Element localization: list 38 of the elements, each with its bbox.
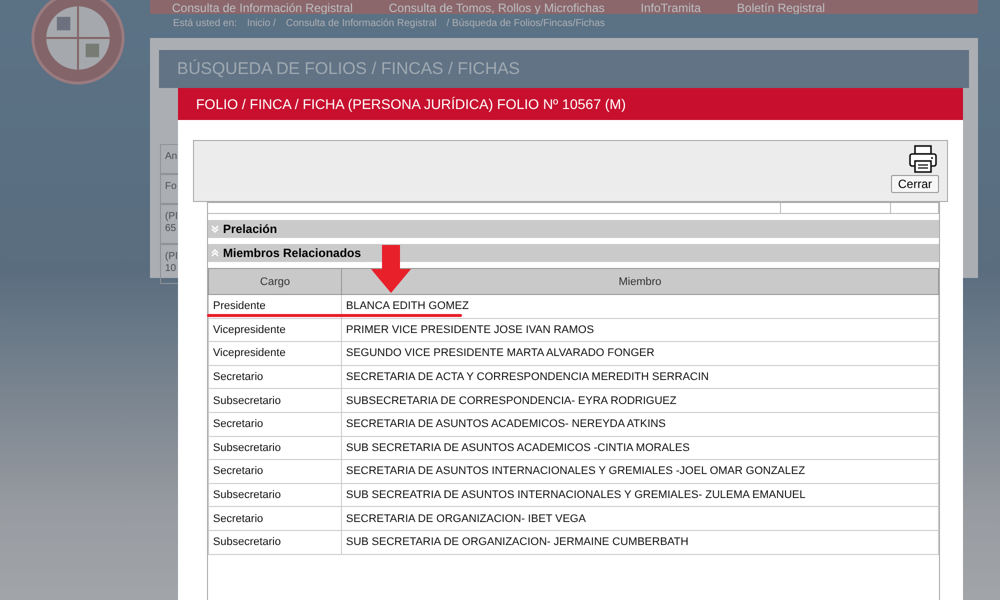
table-cell: SUB SECREATRIA DE ASUNTOS INTERNACIONALES Y GREMIALES- ZULEMA EMANUEL	[342, 483, 938, 507]
chevron-up-icon	[210, 248, 220, 258]
table-cell: Subsecretario	[208, 388, 342, 412]
table-cell: PRIMER VICE PRESIDENTE JOSE IVAN RAMOS	[342, 318, 938, 342]
table-cell: Secretario	[208, 365, 342, 389]
table-cell: SUB SECRETARIA DE ASUNTOS ACADEMICOS -CINTIA MORALES	[342, 436, 938, 460]
section-title: Prelación	[223, 222, 278, 236]
table-cell: Subsecretario	[208, 483, 342, 507]
table-cell: SEGUNDO VICE PRESIDENTE MARTA ALVARADO FONGER	[342, 342, 938, 366]
section-title: Miembros Relacionados	[223, 246, 362, 260]
table-cell: Secretario	[208, 460, 342, 484]
breadcrumb-label: Está usted en:	[173, 18, 237, 29]
page-title: BÚSQUEDA DE FOLIOS / FINCAS / FICHAS	[159, 50, 969, 88]
table-cell: Subsecretario	[208, 436, 342, 460]
table-cell: Subsecretario	[208, 530, 342, 554]
close-button[interactable]: Cerrar	[890, 175, 939, 193]
table-cell: SECRETARIA DE ASUNTOS ACADEMICOS- NEREYDA ATKINS	[342, 412, 938, 436]
section-header[interactable]: Miembros Relacionados	[208, 244, 939, 262]
printer-icon[interactable]	[908, 145, 938, 173]
breadcrumb-link[interactable]: / Búsqueda de Folios/Fincas/Fichas	[446, 18, 605, 29]
nav-link[interactable]: InfoTramita	[640, 2, 701, 14]
column-header: Miembro	[342, 268, 938, 294]
table-cell: SUBSECRETARIA DE CORRESPONDENCIA- EYRA RODRIGUEZ	[342, 388, 938, 412]
table-cell: SECRETARIA DE ASUNTOS INTERNACIONALES Y GREMIALES -JOEL OMAR GONZALEZ	[342, 460, 938, 484]
breadcrumb-link[interactable]: Inicio /	[246, 18, 276, 29]
column-header: Cargo	[208, 268, 342, 294]
breadcrumb-link[interactable]: Consulta de Información Registral	[286, 18, 436, 29]
table-cell: Secretario	[208, 506, 342, 530]
table-cell: SUB SECRETARIA DE ORGANIZACION- JERMAINE CUMBERBATH	[342, 530, 938, 554]
table-cell: SECRETARIA DE ORGANIZACION- IBET VEGA	[342, 506, 938, 530]
section-header[interactable]: Prelación	[208, 220, 939, 238]
chevron-down-icon	[210, 224, 220, 234]
table-cell: Vicepresidente	[208, 318, 342, 342]
table-cell: Vicepresidente	[208, 342, 342, 366]
table-cell: SECRETARIA DE ACTA Y CORRESPONDENCIA MEREDITH SERRACIN	[342, 365, 938, 389]
dialog-title: FOLIO / FINCA / FICHA (PERSONA JURÍDICA) FOLIO Nº 10567 (M)	[178, 88, 963, 120]
table-cell: Secretario	[208, 412, 342, 436]
arrow-drawing	[371, 245, 411, 293]
